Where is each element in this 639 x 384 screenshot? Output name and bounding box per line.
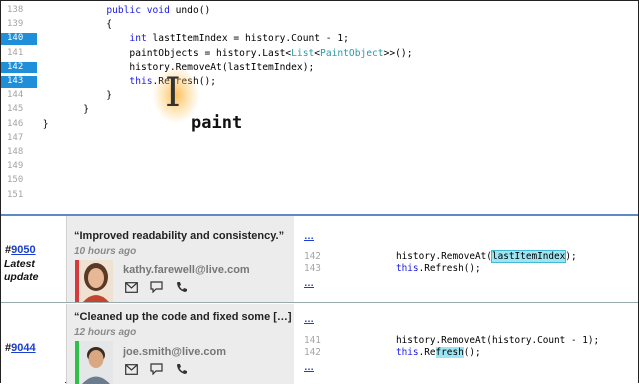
- code-text: }: [37, 104, 89, 116]
- chat-icon[interactable]: [150, 362, 164, 380]
- mail-icon[interactable]: [125, 362, 138, 380]
- code-line[interactable]: 139 {: [1, 19, 638, 31]
- code-line[interactable]: 150: [1, 175, 638, 187]
- diff-highlight: fresh: [435, 347, 464, 358]
- line-number[interactable]: 149: [1, 161, 37, 173]
- code-text: public void undo(): [106, 5, 211, 16]
- line-number[interactable]: 147: [1, 133, 37, 145]
- author-email[interactable]: kathy.farewell@live.com: [123, 264, 250, 276]
- diff-preview: … 141 history.RemoveAt(history.Count - 1…: [294, 304, 638, 384]
- time-ago: 10 hours ago: [74, 246, 137, 257]
- mail-icon[interactable]: [125, 280, 138, 298]
- code-line[interactable]: 142 history.RemoveAt(lastItemIndex);: [1, 61, 638, 74]
- diff-line: 142 history.RemoveAt(lastItemIndex);: [304, 250, 577, 263]
- line-number[interactable]: 150: [1, 175, 37, 187]
- line-number[interactable]: 143: [1, 76, 37, 88]
- diff-preview: … 142 history.RemoveAt(lastItemIndex); 1…: [294, 216, 638, 302]
- code-line[interactable]: 148: [1, 147, 638, 159]
- entry-meta: “Improved readability and consistency.” …: [66, 216, 295, 302]
- line-number[interactable]: 142: [1, 61, 37, 74]
- code-line[interactable]: 147: [1, 133, 638, 145]
- code-line[interactable]: 140 int lastItemIndex = history.Count - …: [1, 33, 638, 45]
- chat-icon[interactable]: [150, 280, 164, 298]
- text-cursor-icon: I: [165, 70, 181, 116]
- expand-below-link[interactable]: …: [304, 362, 314, 373]
- entry-id-cell: #9044: [1, 304, 65, 384]
- code-line[interactable]: 143 this.Refresh();: [1, 76, 638, 88]
- time-ago: 12 hours ago: [74, 327, 137, 338]
- line-number[interactable]: 141: [1, 48, 37, 60]
- code-editor[interactable]: 138 public void undo() 139 {140 int lastI…: [1, 1, 638, 214]
- line-number[interactable]: 144: [1, 90, 37, 102]
- avatar[interactable]: [75, 341, 113, 384]
- diff-line: 143 this.Refresh();: [304, 263, 481, 274]
- code-text: }: [37, 90, 113, 102]
- code-line[interactable]: 138 public void undo(): [1, 5, 638, 17]
- changeset-id[interactable]: #9044: [5, 342, 36, 354]
- code-line[interactable]: 151: [1, 190, 638, 202]
- changeset-link[interactable]: 9050: [11, 244, 35, 256]
- history-entry[interactable]: #9050 Latest update “Improved readabilit…: [1, 216, 638, 302]
- line-number[interactable]: 140: [1, 33, 37, 45]
- row-separator: [1, 302, 638, 303]
- line-number[interactable]: 148: [1, 147, 37, 159]
- contact-actions: [125, 280, 196, 294]
- code-text: }: [37, 118, 49, 130]
- line-number[interactable]: 151: [1, 190, 37, 202]
- code-text: int lastItemIndex = history.Count - 1;: [129, 33, 349, 45]
- hover-label: paint: [191, 113, 243, 133]
- expand-above-link[interactable]: …: [304, 231, 314, 242]
- line-number[interactable]: 139: [1, 19, 37, 31]
- line-number[interactable]: 146: [1, 119, 37, 131]
- avatar[interactable]: [75, 260, 113, 302]
- contact-actions: [125, 362, 196, 376]
- latest-update-label: Latest update: [4, 258, 39, 283]
- diff-line: 142 this.Refresh();: [304, 347, 481, 358]
- code-text: {: [37, 19, 113, 31]
- code-line[interactable]: 149: [1, 161, 638, 173]
- commit-message[interactable]: “Cleaned up the code and fixed some […]: [74, 311, 292, 323]
- diff-line: 141 history.RemoveAt(history.Count - 1);: [304, 335, 600, 346]
- entry-id-cell: #9050 Latest update: [1, 216, 65, 302]
- history-panel: #9050 Latest update “Improved readabilit…: [1, 216, 638, 384]
- expand-above-link[interactable]: …: [304, 314, 314, 325]
- code-line[interactable]: 141 paintObjects = history.Last<List<Pai…: [1, 48, 638, 60]
- code-text: paintObjects = history.Last<List<PaintOb…: [37, 47, 413, 59]
- line-number[interactable]: 138: [1, 5, 37, 17]
- code-line[interactable]: 144 }: [1, 90, 638, 102]
- changeset-link[interactable]: 9044: [11, 342, 35, 354]
- expand-below-link[interactable]: …: [304, 278, 314, 289]
- history-entry[interactable]: #9044 “Cleaned up the code and fixed som…: [1, 304, 638, 384]
- code-line[interactable]: 145 }: [1, 104, 638, 116]
- author-email[interactable]: joe.smith@live.com: [123, 346, 226, 358]
- code-line[interactable]: 146 }: [1, 119, 638, 131]
- changeset-id[interactable]: #9050: [5, 244, 36, 256]
- entry-meta: “Cleaned up the code and fixed some […] …: [66, 304, 295, 384]
- line-number[interactable]: 145: [1, 104, 37, 116]
- phone-icon[interactable]: [176, 362, 188, 380]
- phone-icon[interactable]: [176, 280, 188, 298]
- commit-message[interactable]: “Improved readability and consistency.”: [74, 230, 284, 242]
- diff-highlight: lastItemIndex: [490, 250, 567, 263]
